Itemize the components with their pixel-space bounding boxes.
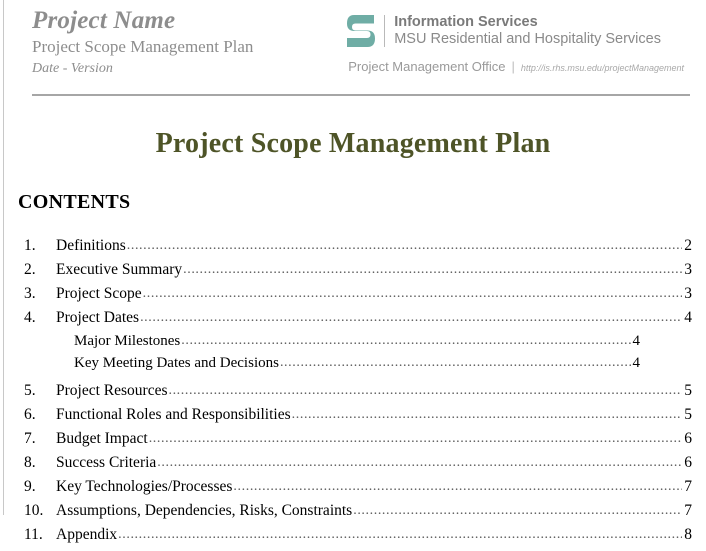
toc-entry-number: 9. bbox=[24, 478, 36, 495]
contents-heading: CONTENTS bbox=[18, 191, 131, 213]
toc-entry[interactable]: Major Milestones........................… bbox=[18, 334, 692, 356]
toc-dot-leader: ........................................… bbox=[233, 480, 683, 494]
toc-entry[interactable]: 11. Appendix.............................… bbox=[18, 527, 692, 551]
toc-entry[interactable]: 4. Project Dates.........................… bbox=[18, 310, 692, 334]
toc-entry-number: 3. bbox=[24, 285, 36, 302]
logo-text-lines: Information Services MSU Residential and… bbox=[394, 14, 661, 48]
toc-entry-label[interactable]: Project Resources bbox=[56, 383, 167, 399]
toc-dot-leader: ........................................… bbox=[181, 334, 631, 348]
toc-dot-leader: ........................................… bbox=[142, 287, 683, 301]
header-date-version: Date - Version bbox=[32, 60, 113, 76]
toc-entry-number: 1. bbox=[24, 237, 36, 254]
document-header: Project Name Project Scope Management Pl… bbox=[14, 0, 692, 88]
toc-entry-page-number: 2 bbox=[684, 237, 692, 254]
toc-entry-page-number: 3 bbox=[684, 285, 692, 302]
toc-entry-page-number: 6 bbox=[684, 430, 692, 447]
toc-dot-leader: ........................................… bbox=[279, 356, 631, 370]
logo-information-services: Information Services bbox=[394, 14, 538, 30]
header-logo-block: Information Services MSU Residential and… bbox=[346, 0, 692, 74]
header-subtitle: Project Scope Management Plan bbox=[32, 37, 254, 57]
toc-entry-page-number: 6 bbox=[684, 454, 692, 471]
toc-entry-label[interactable]: Definitions bbox=[56, 238, 126, 254]
toc-entry-number: 2. bbox=[24, 261, 36, 278]
project-name-placeholder: Project Name bbox=[32, 7, 176, 34]
toc-dot-leader: ........................................… bbox=[140, 311, 682, 325]
pmo-url-link[interactable]: http://is.rhs.msu.edu/projectManagement bbox=[521, 63, 684, 73]
toc-entry-page-number: 4 bbox=[632, 355, 641, 371]
toc-dot-leader: ........................................… bbox=[118, 528, 682, 542]
table-of-contents: 1. Definitions...........................… bbox=[14, 238, 692, 551]
toc-entry-number: 11. bbox=[24, 526, 43, 543]
toc-entry-number: 10. bbox=[24, 502, 44, 519]
toc-entry-label[interactable]: Executive Summary bbox=[56, 262, 182, 278]
toc-entry[interactable]: Key Meeting Dates and Decisions.........… bbox=[18, 356, 692, 378]
toc-entry-number: 4. bbox=[24, 309, 36, 326]
toc-entry-number: 8. bbox=[24, 454, 36, 471]
toc-entry-page-number: 4 bbox=[632, 333, 641, 349]
toc-entry-page-number: 5 bbox=[684, 406, 692, 423]
toc-entry-label[interactable]: Functional Roles and Responsibilities bbox=[56, 407, 291, 423]
pmo-separator: | bbox=[511, 59, 515, 75]
toc-entry[interactable]: 3. Project Scope.........................… bbox=[18, 286, 692, 310]
pmo-row: Project Management Office | http://is.rh… bbox=[346, 59, 684, 74]
toc-entry-label[interactable]: Success Criteria bbox=[56, 455, 156, 471]
toc-dot-leader: ........................................… bbox=[157, 456, 683, 470]
toc-entry[interactable]: 1. Definitions...........................… bbox=[18, 238, 692, 262]
toc-entry[interactable]: 6. Functional Roles and Responsibilities.… bbox=[18, 407, 692, 431]
toc-entry-label[interactable]: Project Scope bbox=[56, 286, 142, 302]
logo-msu-rhs: MSU Residential and Hospitality Services bbox=[394, 30, 661, 47]
toc-dot-leader: ........................................… bbox=[183, 263, 683, 277]
toc-dot-leader: ........................................… bbox=[148, 432, 683, 446]
toc-entry-number: 7. bbox=[24, 430, 36, 447]
toc-entry[interactable]: 10. Assumptions, Dependencies, Risks, Con… bbox=[18, 503, 692, 527]
toc-entry-number: 5. bbox=[24, 382, 36, 399]
toc-entry-label[interactable]: Key Meeting Dates and Decisions bbox=[74, 356, 279, 371]
header-divider-rule bbox=[32, 94, 690, 96]
toc-entry-number: 6. bbox=[24, 406, 36, 423]
toc-dot-leader: ........................................… bbox=[168, 384, 682, 398]
toc-dot-leader: ........................................… bbox=[353, 504, 683, 518]
page-title: Project Scope Management Plan bbox=[155, 128, 551, 159]
toc-entry[interactable]: 2. Executive Summary.....................… bbox=[18, 262, 692, 286]
toc-entry-label[interactable]: Major Milestones bbox=[74, 334, 180, 349]
toc-entry-label[interactable]: Project Dates bbox=[56, 310, 139, 326]
toc-entry-page-number: 7 bbox=[684, 478, 692, 495]
toc-entry-label[interactable]: Assumptions, Dependencies, Risks, Constr… bbox=[56, 503, 352, 519]
toc-entry-label[interactable]: Appendix bbox=[56, 527, 117, 543]
document-page: Project Name Project Scope Management Pl… bbox=[0, 0, 706, 542]
header-left-block: Project Name Project Scope Management Pl… bbox=[14, 0, 253, 77]
pmo-label: Project Management Office bbox=[348, 59, 506, 75]
toc-entry-page-number: 4 bbox=[684, 309, 692, 326]
toc-entry-label[interactable]: Budget Impact bbox=[56, 431, 148, 447]
toc-entry[interactable]: 5. Project Resources.....................… bbox=[18, 383, 692, 407]
toc-dot-leader: ........................................… bbox=[126, 239, 683, 253]
logo-row: Information Services MSU Residential and… bbox=[346, 14, 661, 48]
logo-vertical-divider bbox=[384, 15, 386, 48]
toc-entry[interactable]: 7. Budget Impact.........................… bbox=[18, 431, 692, 455]
toc-entry-page-number: 5 bbox=[684, 382, 692, 399]
toc-entry-page-number: 7 bbox=[684, 502, 692, 519]
toc-entry[interactable]: 9. Key Technologies/Processes............… bbox=[18, 479, 692, 503]
toc-entry-page-number: 8 bbox=[684, 526, 692, 543]
toc-entry[interactable]: 8. Success Criteria......................… bbox=[18, 455, 692, 479]
toc-dot-leader: ........................................… bbox=[291, 408, 683, 422]
toc-entry-page-number: 3 bbox=[684, 261, 692, 278]
toc-entry-label[interactable]: Key Technologies/Processes bbox=[56, 479, 232, 495]
msu-is-s-logo-icon bbox=[347, 15, 376, 48]
